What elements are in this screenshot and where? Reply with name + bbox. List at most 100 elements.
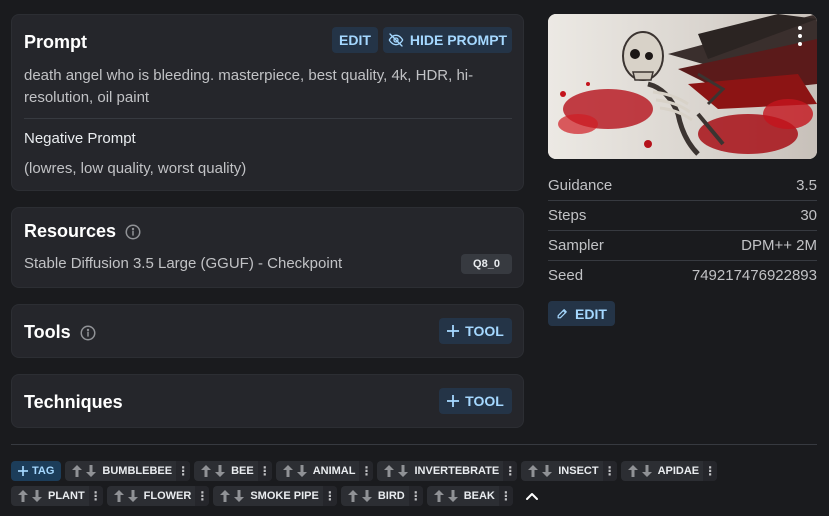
tag-label[interactable]: FLOWER — [144, 490, 196, 502]
arrow-up-icon[interactable] — [627, 465, 638, 477]
arrow-down-icon[interactable] — [641, 465, 652, 477]
tag-label[interactable]: BEE — [231, 465, 258, 477]
tag-label[interactable]: BUMBLEBEE — [102, 465, 176, 477]
tag-chip[interactable]: BEE ⋮ — [194, 461, 272, 481]
tag-votes — [65, 465, 102, 477]
tag-chip[interactable]: BIRD ⋮ — [340, 486, 423, 506]
arrow-down-icon[interactable] — [86, 465, 97, 477]
image-menu-icon[interactable] — [797, 26, 803, 46]
arrow-down-icon[interactable] — [296, 465, 307, 477]
guidance-row: Guidance 3.5 — [548, 171, 817, 201]
tag-menu-icon[interactable]: ⋮ — [257, 461, 272, 481]
seed-label: Seed — [548, 266, 584, 284]
tag-chip[interactable]: SMOKE PIPE ⋮ — [213, 486, 337, 506]
tag-chip[interactable]: BEAK ⋮ — [426, 486, 513, 506]
arrow-up-icon[interactable] — [282, 465, 293, 477]
tag-chip[interactable]: ANIMAL ⋮ — [275, 461, 374, 481]
tools-title: Tools — [24, 322, 71, 342]
tag-votes — [11, 490, 48, 502]
tag-menu-icon[interactable]: ⋮ — [88, 486, 103, 506]
edit-prompt-button[interactable]: EDIT — [332, 27, 378, 53]
tag-label[interactable]: PLANT — [48, 490, 89, 502]
section-divider — [11, 444, 817, 445]
add-technique-label: TOOL — [465, 393, 504, 409]
add-tag-button[interactable]: TAG — [11, 461, 62, 481]
arrow-up-icon[interactable] — [220, 490, 231, 502]
negative-prompt-title: Negative Prompt — [24, 130, 136, 147]
tag-votes — [377, 465, 414, 477]
resource-version-label: Q8_0 — [473, 258, 500, 270]
steps-row: Steps 30 — [548, 201, 817, 231]
tag-votes — [521, 465, 558, 477]
collapse-tags-icon[interactable] — [517, 486, 539, 506]
info-icon[interactable] — [124, 223, 142, 241]
tag-chip[interactable]: INSECT ⋮ — [521, 461, 617, 481]
arrow-down-icon[interactable] — [542, 465, 553, 477]
techniques-card: Techniques TOOL — [11, 374, 524, 428]
tag-label[interactable]: INSECT — [558, 465, 602, 477]
arrow-down-icon[interactable] — [398, 465, 409, 477]
tag-chip[interactable]: APIDAE ⋮ — [620, 461, 718, 481]
arrow-up-icon[interactable] — [528, 465, 539, 477]
techniques-title: Techniques — [24, 392, 123, 412]
resources-title: Resources — [24, 221, 117, 241]
tag-menu-icon[interactable]: ⋮ — [408, 486, 423, 506]
tools-header: Tools — [24, 322, 97, 343]
tag-label[interactable]: BIRD — [378, 490, 409, 502]
tag-votes — [213, 490, 250, 502]
tag-label[interactable]: SMOKE PIPE — [250, 490, 322, 502]
arrow-down-icon[interactable] — [215, 465, 226, 477]
arrow-up-icon[interactable] — [433, 490, 444, 502]
hide-prompt-label: HIDE PROMPT — [409, 32, 508, 48]
tag-menu-icon[interactable]: ⋮ — [322, 486, 337, 506]
tag-menu-icon[interactable]: ⋮ — [176, 461, 191, 481]
tag-label[interactable]: BEAK — [464, 490, 499, 502]
tag-chip[interactable]: INVERTEBRATE ⋮ — [377, 461, 518, 481]
resource-version-badge: Q8_0 — [461, 254, 512, 274]
tag-menu-icon[interactable]: ⋮ — [503, 461, 518, 481]
tag-chip[interactable]: FLOWER ⋮ — [106, 486, 210, 506]
tag-chip[interactable]: BUMBLEBEE ⋮ — [65, 461, 191, 481]
edit-generation-button[interactable]: EDIT — [548, 301, 615, 326]
tag-label[interactable]: INVERTEBRATE — [414, 465, 503, 477]
add-technique-button[interactable]: TOOL — [439, 388, 512, 414]
tag-label[interactable]: APIDAE — [658, 465, 704, 477]
generated-image-preview[interactable] — [548, 14, 817, 159]
tag-menu-icon[interactable]: ⋮ — [498, 486, 513, 506]
prompt-text: death angel who is bleeding. masterpiece… — [24, 67, 474, 106]
arrow-up-icon[interactable] — [384, 465, 395, 477]
arrow-down-icon[interactable] — [234, 490, 245, 502]
tag-votes — [341, 490, 378, 502]
add-tool-label: TOOL — [465, 323, 504, 339]
tag-chip[interactable]: PLANT ⋮ — [11, 486, 103, 506]
arrow-down-icon[interactable] — [32, 490, 42, 502]
tag-votes — [194, 465, 231, 477]
seed-value: 749217476922893 — [691, 266, 817, 284]
arrow-up-icon[interactable] — [18, 490, 28, 502]
tag-menu-icon[interactable]: ⋮ — [703, 461, 718, 481]
death-angel-image — [548, 14, 817, 159]
negative-prompt-text: (lowres, low quality, worst quality) — [24, 160, 247, 177]
arrow-down-icon[interactable] — [447, 490, 458, 502]
prompt-card: Prompt EDIT HIDE PROMPT death angel who … — [11, 14, 524, 191]
arrow-down-icon[interactable] — [361, 490, 372, 502]
tag-menu-icon[interactable]: ⋮ — [359, 461, 374, 481]
resources-header: Resources — [24, 221, 142, 242]
tag-menu-icon[interactable]: ⋮ — [602, 461, 617, 481]
resource-link[interactable]: Stable Diffusion 3.5 Large (GGUF) - Chec… — [24, 253, 342, 275]
arrow-down-icon[interactable] — [127, 490, 138, 502]
add-tool-button[interactable]: TOOL — [439, 318, 512, 344]
hide-prompt-button[interactable]: HIDE PROMPT — [383, 27, 512, 53]
info-icon[interactable] — [79, 324, 97, 342]
guidance-label: Guidance — [548, 177, 613, 194]
tag-label[interactable]: ANIMAL — [313, 465, 360, 477]
add-tag-label: TAG — [32, 465, 55, 477]
arrow-up-icon[interactable] — [201, 465, 212, 477]
arrow-up-icon[interactable] — [347, 490, 358, 502]
plus-icon — [447, 325, 460, 337]
arrow-up-icon[interactable] — [72, 465, 83, 477]
steps-value: 30 — [800, 207, 817, 224]
tag-votes — [427, 490, 464, 502]
tag-menu-icon[interactable]: ⋮ — [195, 486, 210, 506]
arrow-up-icon[interactable] — [113, 490, 124, 502]
